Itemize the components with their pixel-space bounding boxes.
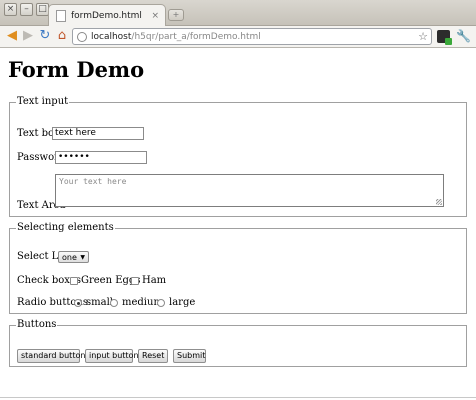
new-tab-button[interactable]: + (168, 9, 184, 21)
star-icon[interactable]: ☆ (418, 29, 428, 44)
back-arrow-icon[interactable]: ◀ (4, 28, 20, 44)
page-content: Form Demo Text input Text box text here … (0, 48, 476, 400)
password-input[interactable]: •••••• (55, 151, 147, 164)
submit-button[interactable]: Submit (173, 349, 206, 363)
select-list[interactable]: one ▼ (58, 251, 89, 263)
checkbox-label-ham: Ham (142, 275, 167, 286)
url-path: /h5qr/part_a/formDemo.html (131, 32, 261, 42)
browser-tab[interactable]: formDemo.html × (48, 4, 166, 27)
text-input-fieldset: Text input Text box text here Password •… (9, 96, 467, 217)
select-list-value: one (62, 253, 77, 262)
selecting-elements-fieldset: Selecting elements Select List one ▼ Che… (9, 222, 467, 314)
reload-icon[interactable]: ↻ (37, 28, 53, 44)
bottom-divider (0, 397, 476, 398)
close-window-button[interactable]: × (4, 3, 17, 16)
radio-label-small: small (86, 297, 113, 308)
tab-title: formDemo.html (71, 11, 142, 21)
wrench-icon[interactable]: 🔧 (456, 28, 471, 44)
page-title: Form Demo (8, 57, 145, 82)
url-text: localhost/h5qr/part_a/formDemo.html (91, 30, 261, 44)
reset-button[interactable]: Reset (138, 349, 168, 363)
chevron-down-icon: ▼ (80, 254, 85, 261)
browser-toolbar: ◀ ▶ ↻ ⌂ localhost/h5qr/part_a/formDemo.h… (0, 26, 476, 48)
radio-large[interactable] (157, 299, 165, 307)
tab-close-icon[interactable]: × (151, 9, 159, 23)
minimize-window-button[interactable]: – (20, 3, 33, 16)
page-info-icon (77, 32, 87, 42)
selecting-elements-legend: Selecting elements (17, 222, 114, 233)
checkbox-green-eggs[interactable] (70, 277, 78, 285)
extension-icon[interactable] (437, 30, 452, 45)
checkbox-ham[interactable] (131, 277, 139, 285)
buttons-fieldset: Buttons standard button input button Res… (9, 319, 467, 367)
address-bar[interactable]: localhost/h5qr/part_a/formDemo.html ☆ (72, 28, 432, 45)
input-button[interactable]: input button (85, 349, 139, 363)
radio-small[interactable] (74, 299, 82, 307)
home-icon[interactable]: ⌂ (54, 28, 70, 44)
radio-label-large: large (169, 297, 196, 308)
textbox-input[interactable]: text here (52, 127, 144, 140)
forward-arrow-icon[interactable]: ▶ (20, 28, 36, 44)
page-icon (56, 10, 66, 22)
standard-button[interactable]: standard button (17, 349, 85, 363)
resize-grip-icon[interactable] (436, 199, 442, 205)
text-input-legend: Text input (17, 96, 69, 107)
buttons-legend: Buttons (17, 319, 57, 330)
title-bar: × – □ formDemo.html × + (0, 0, 476, 27)
textarea-input[interactable]: Your text here (55, 174, 444, 207)
radio-medium[interactable] (110, 299, 118, 307)
textarea-placeholder: Your text here (59, 177, 127, 186)
url-host: localhost (91, 32, 132, 42)
window-controls: × – □ (4, 3, 49, 16)
